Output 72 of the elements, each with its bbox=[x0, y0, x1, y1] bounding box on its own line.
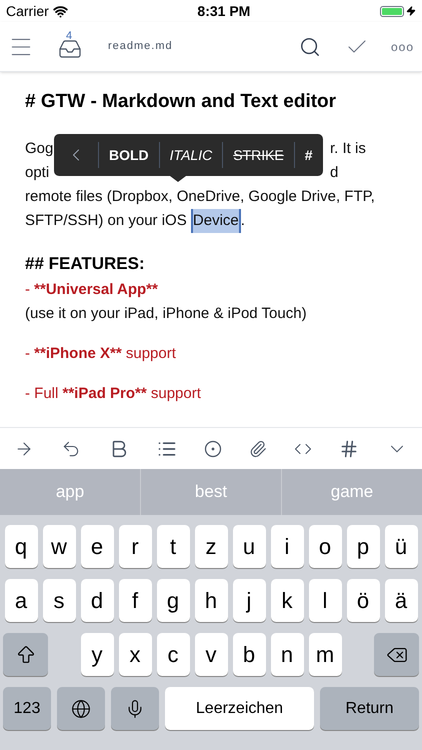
microphone-key[interactable] bbox=[111, 687, 159, 730]
key[interactable]: q bbox=[4, 525, 38, 568]
space-key[interactable]: Leerzeichen bbox=[165, 687, 314, 730]
key[interactable]: ö bbox=[346, 579, 380, 622]
battery-icon bbox=[380, 6, 404, 16]
key[interactable]: o bbox=[308, 525, 342, 568]
key[interactable]: f bbox=[118, 579, 152, 622]
document-title: # GTW - Markdown and Text editor bbox=[25, 90, 338, 114]
key[interactable]: r bbox=[118, 525, 152, 568]
globe-key[interactable] bbox=[57, 687, 105, 730]
search-icon[interactable] bbox=[298, 36, 321, 58]
feature-note: (use it on your iPad, iPhone & iPod Touch) bbox=[25, 304, 307, 324]
backspace-key[interactable] bbox=[374, 633, 419, 676]
key[interactable]: p bbox=[346, 525, 380, 568]
key[interactable]: k bbox=[270, 579, 304, 622]
key[interactable]: d bbox=[80, 579, 114, 622]
return-key[interactable]: Return bbox=[320, 687, 419, 730]
more-button[interactable]: ooo bbox=[390, 38, 414, 56]
key[interactable]: m bbox=[308, 633, 342, 676]
key[interactable]: n bbox=[270, 633, 304, 676]
paperclip-icon[interactable] bbox=[249, 440, 268, 458]
shift-key[interactable] bbox=[3, 633, 48, 676]
key[interactable]: l bbox=[308, 579, 342, 622]
paragraph-text: d bbox=[330, 162, 338, 182]
key[interactable]: s bbox=[42, 579, 76, 622]
charging-icon bbox=[406, 6, 416, 16]
paragraph-text: Gog bbox=[25, 138, 54, 158]
key[interactable]: a bbox=[4, 579, 38, 622]
key[interactable]: z bbox=[194, 525, 228, 568]
hash-icon[interactable] bbox=[339, 438, 360, 458]
globe-icon bbox=[71, 698, 91, 718]
key[interactable]: i bbox=[270, 525, 304, 568]
format-option[interactable]: STRIKE bbox=[223, 144, 294, 166]
key[interactable]: w bbox=[42, 525, 76, 568]
key[interactable]: u bbox=[232, 525, 266, 568]
feature-text: **iPhone X** bbox=[34, 344, 122, 364]
inbox-count: 4 bbox=[66, 28, 72, 44]
paragraph-text: . bbox=[240, 210, 245, 230]
key[interactable]: e bbox=[80, 525, 114, 568]
wifi-icon bbox=[52, 4, 68, 18]
paragraph-text: opti bbox=[25, 162, 50, 182]
feature-text: - bbox=[25, 344, 31, 364]
features-heading: ## FEATURES: bbox=[25, 252, 146, 274]
paragraph-text: r. It is bbox=[330, 138, 366, 158]
feature-text: - Full bbox=[25, 384, 60, 404]
paragraph-text: remote files (Dropbox, OneDrive, Google Drive, FTP, bbox=[25, 186, 375, 206]
key[interactable]: ä bbox=[384, 579, 418, 622]
format-option[interactable]: BOLD bbox=[99, 144, 159, 166]
feature-text: support bbox=[150, 384, 201, 404]
key[interactable]: x bbox=[118, 633, 152, 676]
clock: 8:31 PM bbox=[197, 2, 250, 20]
selected-text: Device bbox=[190, 208, 241, 232]
key[interactable]: b bbox=[232, 633, 266, 676]
key[interactable]: ü bbox=[384, 525, 418, 568]
feature-text: - bbox=[25, 280, 31, 300]
numbers-key[interactable]: 123 bbox=[3, 687, 51, 730]
paragraph-text: SFTP/SSH) on your iOS bbox=[25, 210, 188, 230]
format-option[interactable]: ITALIC bbox=[160, 144, 222, 166]
key[interactable]: h bbox=[194, 579, 228, 622]
feature-text: **Universal App** bbox=[34, 280, 158, 300]
feature-text: **iPad Pro** bbox=[62, 384, 147, 404]
key[interactable]: y bbox=[80, 633, 114, 676]
feature-text: support bbox=[124, 344, 176, 364]
carrier-label: Carrier bbox=[6, 2, 49, 20]
key[interactable]: c bbox=[156, 633, 190, 676]
key[interactable]: t bbox=[156, 525, 190, 568]
key[interactable]: g bbox=[156, 579, 190, 622]
format-option[interactable]: # bbox=[294, 144, 323, 166]
file-name: readme.md bbox=[108, 39, 173, 54]
target-icon[interactable] bbox=[204, 440, 222, 458]
key[interactable]: v bbox=[194, 633, 228, 676]
key[interactable]: j bbox=[232, 579, 266, 622]
